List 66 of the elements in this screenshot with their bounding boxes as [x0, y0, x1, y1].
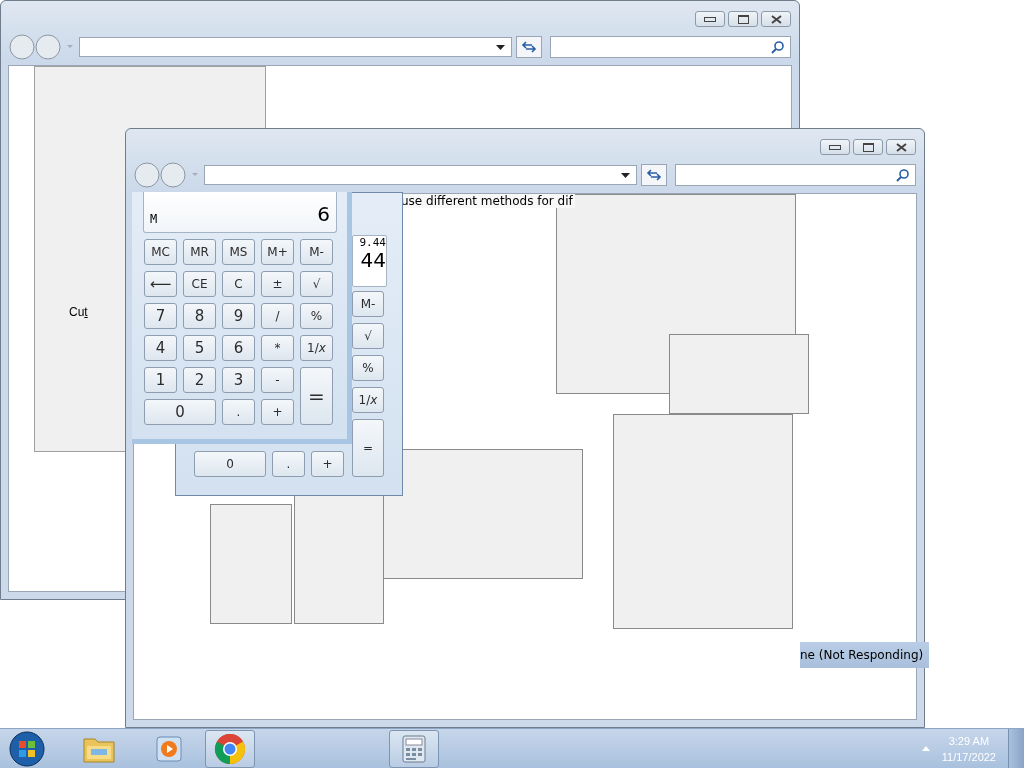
taskbar-item[interactable]: ne (Not Responding)	[800, 642, 930, 668]
browser-icon	[214, 732, 246, 765]
close-icon	[770, 14, 782, 24]
calculator-key[interactable]: 2	[183, 367, 216, 393]
search-field[interactable]	[675, 164, 916, 186]
calculator-key[interactable]: 1/x	[352, 387, 384, 413]
minimize-button[interactable]	[695, 11, 725, 27]
refresh-icon[interactable]	[516, 36, 542, 58]
calculator-key[interactable]: *	[261, 335, 294, 361]
calculator-icon	[402, 734, 426, 763]
calculator-key[interactable]: √	[352, 323, 384, 349]
calculator-key[interactable]: M-	[300, 239, 333, 265]
calculator-key[interactable]: 8	[183, 303, 216, 329]
calculator-key[interactable]: %	[300, 303, 333, 329]
close-button[interactable]	[886, 139, 916, 155]
search-field[interactable]	[550, 36, 791, 58]
menu-item[interactable]: Cut	[69, 305, 88, 319]
dropdown-arrow-icon[interactable]	[621, 172, 630, 178]
calculator-key[interactable]: .	[222, 399, 255, 425]
calculator-key[interactable]: %	[352, 355, 384, 381]
calculator-key[interactable]: 0	[194, 451, 266, 477]
start-orb-icon[interactable]	[9, 730, 45, 767]
calculator-key[interactable]: +	[261, 399, 294, 425]
display-expression: 9.44	[359, 236, 386, 249]
close-button[interactable]	[761, 11, 791, 27]
close-icon	[895, 142, 907, 152]
display-value: 6	[317, 202, 330, 226]
calculator-key[interactable]: ±	[261, 271, 294, 297]
refresh-icon[interactable]	[641, 164, 667, 186]
display-value: 44	[360, 249, 386, 271]
calculator-key[interactable]: MC	[144, 239, 177, 265]
calculator-key[interactable]: CE	[183, 271, 216, 297]
calculator-key[interactable]: -	[261, 367, 294, 393]
calculator-key[interactable]: 6	[222, 335, 255, 361]
calculator-key[interactable]: 7	[144, 303, 177, 329]
search-icon[interactable]	[771, 40, 785, 54]
calculator-key[interactable]: 9	[222, 303, 255, 329]
search-icon[interactable]	[896, 168, 910, 182]
calculator-key[interactable]: /	[261, 303, 294, 329]
calculator-key[interactable]: M-	[352, 291, 384, 317]
calculator-key[interactable]: 1	[144, 367, 177, 393]
calculator-key[interactable]: C	[222, 271, 255, 297]
calculator-key[interactable]: ⟵	[144, 271, 177, 297]
calculator-key[interactable]: √	[300, 271, 333, 297]
calculator-key[interactable]: MS	[222, 239, 255, 265]
calculator-key[interactable]: =	[300, 367, 333, 425]
browser-taskbar-button[interactable]	[205, 729, 255, 768]
calculator-key[interactable]: MR	[183, 239, 216, 265]
minimize-button[interactable]	[820, 139, 850, 155]
maximize-button[interactable]	[728, 11, 758, 27]
dropdown-arrow-icon[interactable]	[496, 44, 505, 50]
address-field[interactable]	[79, 37, 512, 57]
calculator-key[interactable]: 0	[144, 399, 216, 425]
calculator-key[interactable]: M+	[261, 239, 294, 265]
calculator-key[interactable]: +	[311, 451, 344, 477]
calculator-key[interactable]: 4	[144, 335, 177, 361]
calculator-taskbar-button[interactable]	[389, 729, 439, 768]
calculator-key[interactable]: 5	[183, 335, 216, 361]
equals-key[interactable]: =	[352, 419, 384, 477]
calculator-key[interactable]: 1/x	[300, 335, 333, 361]
maximize-button[interactable]	[853, 139, 883, 155]
media-player-icon[interactable]	[155, 734, 185, 763]
calculator-key[interactable]: .	[272, 451, 305, 477]
address-field[interactable]	[204, 165, 637, 185]
memory-indicator: M	[150, 212, 158, 226]
calculator-key[interactable]: 3	[222, 367, 255, 393]
